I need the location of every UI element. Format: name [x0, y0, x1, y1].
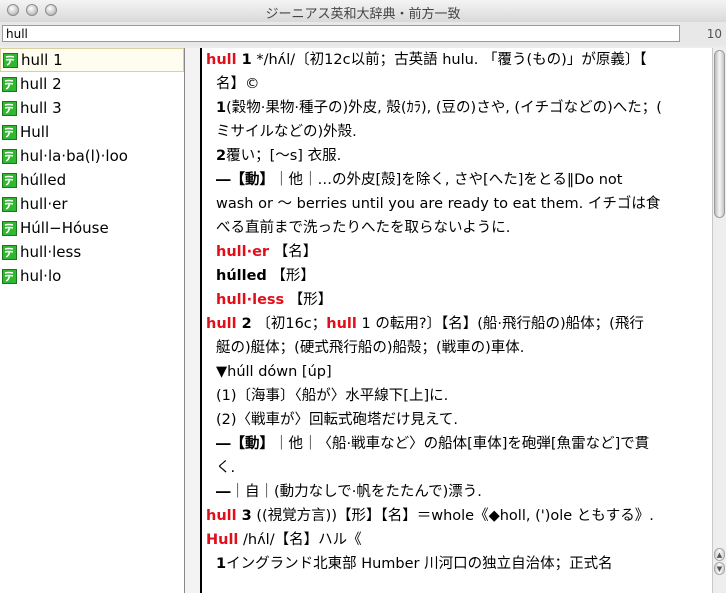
dictionary-entry-icon: [2, 124, 17, 140]
entry-line: hull 3 ((視覚方言))【形】【名】＝whole《◆holl, (')ol…: [206, 508, 654, 524]
entry-line: 2覆い；[〜s] 衣服.: [216, 148, 342, 164]
entry-line: ▼húll dówn [úp]: [216, 364, 332, 380]
list-item-label: hull·less: [20, 243, 82, 261]
search-input[interactable]: [2, 25, 680, 42]
list-item[interactable]: Hull: [0, 120, 184, 144]
search-bar: 10: [0, 22, 726, 46]
entry-line: 1イングランド北東部 Humber 川河口の独立自治体；正式名: [216, 556, 613, 572]
entry-line: ―｜自｜(動力なしで·帆をたたんで)漂う.: [216, 484, 482, 500]
dictionary-entry-icon: [2, 244, 17, 260]
list-item-label: hull 2: [20, 75, 62, 93]
entry-line: 名】©: [216, 76, 260, 92]
list-item[interactable]: hull 3: [0, 96, 184, 120]
scroll-thumb[interactable]: [714, 50, 725, 218]
dictionary-entry-icon: [3, 52, 18, 68]
window-title: ジーニアス英和大辞典・前方一致: [265, 7, 461, 22]
list-item[interactable]: Húll−Hóuse: [0, 216, 184, 240]
dictionary-entry-icon: [2, 268, 17, 284]
list-item-label: húlled: [20, 171, 67, 189]
dictionary-entry-icon: [2, 172, 17, 188]
derived-entry[interactable]: hull·er 【名】: [202, 240, 712, 264]
definition-pane: hull 1 */hʌ́l/〔初12c以前；古英語 hulu. 「覆う(もの)」…: [200, 48, 712, 593]
entry-line: く.: [216, 460, 236, 476]
entry-line: 艇の)艇体；(硬式飛行船の)船殻；(戦車の)車体.: [216, 340, 525, 356]
list-item[interactable]: húlled: [0, 168, 184, 192]
list-item-label: hull 1: [21, 51, 63, 69]
list-item-label: hull·er: [20, 195, 68, 213]
vertical-scrollbar[interactable]: ▲ ▼: [712, 48, 726, 593]
result-count: 10: [706, 27, 722, 41]
pane-divider[interactable]: [185, 48, 200, 593]
entry-line: ―【動】｜他｜〈船·戦車など〉の船体[車体]を砲弾[魚雷など]で貫: [216, 436, 650, 452]
list-item-label: hul·lo: [20, 267, 62, 285]
entry-line: Hull /hʌ́l/【名】ハル《: [206, 532, 362, 548]
title-bar: ジーニアス英和大辞典・前方一致: [0, 0, 726, 23]
entry-line: hull 1 */hʌ́l/〔初12c以前；古英語 hulu. 「覆う(もの)」…: [206, 52, 647, 68]
list-item-label: Hull: [20, 123, 50, 141]
scroll-down-arrow-icon[interactable]: ▼: [714, 562, 725, 575]
entry-line: wash or 〜 berries until you are ready to…: [216, 196, 661, 212]
list-item[interactable]: hull 2: [0, 72, 184, 96]
list-item[interactable]: hull 1: [0, 48, 184, 72]
dictionary-entry-icon: [2, 148, 17, 164]
results-list: hull 1 hull 2 hull 3 Hull hul·la·ba(l)·l…: [0, 48, 185, 593]
entry-line: (2)〈戦車が〉回転式砲塔だけ見えて.: [216, 412, 458, 428]
list-item[interactable]: hul·la·ba(l)·loo: [0, 144, 184, 168]
entry-line: べる直前まで洗ったりへたを取らないように.: [216, 220, 511, 236]
entry-line: (1)〔海事〕〈船が〉水平線下[上]に.: [216, 388, 449, 404]
derived-entry[interactable]: húlled 【形】: [202, 264, 712, 288]
dictionary-entry-icon: [2, 100, 17, 116]
dictionary-entry-icon: [2, 76, 17, 92]
list-item[interactable]: hull·er: [0, 192, 184, 216]
scroll-up-arrow-icon[interactable]: ▲: [714, 548, 725, 561]
entry-line: ―【動】｜他｜…の外皮[殻]を除く, さや[へた]をとる‖Do not: [216, 172, 623, 188]
list-item[interactable]: hull·less: [0, 240, 184, 264]
entry-line: hull 2 〔初16c；hull 1 の転用?〕【名】(船·飛行船の)船体；(…: [206, 316, 644, 332]
entry-line: ミサイルなどの)外殻.: [216, 124, 357, 140]
list-item-label: hul·la·ba(l)·loo: [20, 147, 128, 165]
derived-entry[interactable]: hull·less 【形】: [202, 288, 712, 312]
entry-line: 1(穀物·果物·種子の)外皮, 殻(ｶﾗ), (豆の)さや, (イチゴなどの)へ…: [216, 100, 662, 116]
dictionary-entry-icon: [2, 196, 17, 212]
list-item[interactable]: hul·lo: [0, 264, 184, 288]
list-item-label: Húll−Hóuse: [20, 219, 109, 237]
list-item-label: hull 3: [20, 99, 62, 117]
dictionary-entry-icon: [2, 220, 17, 236]
